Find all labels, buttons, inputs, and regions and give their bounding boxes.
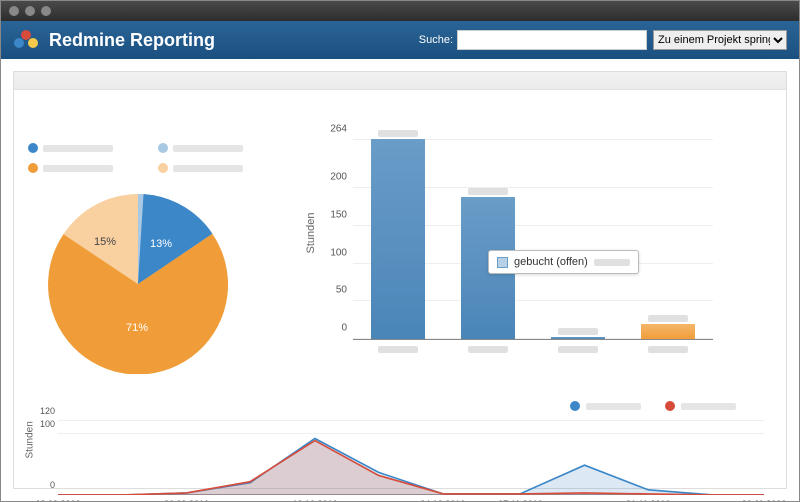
pie-slice-label: 13% (150, 238, 172, 250)
search-label: Suche: (419, 34, 453, 46)
window-dot (25, 6, 35, 16)
legend-item[interactable] (158, 140, 268, 156)
app-title: Redmine Reporting (49, 30, 215, 51)
legend-item[interactable] (28, 140, 138, 156)
pie-legend (28, 140, 303, 176)
line-ytick: 0 (50, 480, 55, 490)
bar[interactable] (543, 328, 613, 339)
legend-item[interactable] (28, 160, 138, 176)
legend-item[interactable] (158, 160, 268, 176)
bar-chart: Stunden 0 50 100 150 200 264 (313, 140, 772, 395)
line-xtick: 12.09.2016 (35, 499, 80, 501)
line-xtick: 30.11.2016 (742, 499, 787, 501)
window-dot (9, 6, 19, 16)
legend-item[interactable] (570, 401, 641, 411)
line-xtick: 10.10.2016 (292, 499, 337, 501)
legend-item[interactable] (665, 401, 736, 411)
bar-tooltip: gebucht (offen) (488, 250, 639, 274)
card-toolbar (14, 72, 786, 90)
line-ytick: 100 (40, 419, 55, 429)
tooltip-label: gebucht (offen) (514, 256, 588, 268)
app-logo-icon (13, 27, 39, 53)
pie-slice-label: 71% (126, 322, 148, 334)
line-xtick: 07.11.2016 (498, 499, 542, 501)
bar-ytick: 150 (330, 209, 347, 220)
line-chart: Stunden 0 100 120 (28, 413, 772, 501)
bar-ytick: 0 (341, 323, 347, 334)
line-xtick: 21.11.2016 (626, 499, 670, 501)
line-legend (570, 401, 736, 411)
search-input[interactable] (457, 30, 647, 50)
window-titlebar (1, 1, 799, 21)
pie-chart: 13% 71% 15% (28, 140, 303, 395)
project-jump-select[interactable]: Zu einem Projekt springen... (653, 30, 787, 50)
bar-ytick: 200 (330, 172, 347, 183)
app-header: Redmine Reporting Suche: Zu einem Projek… (1, 21, 799, 59)
pie-svg (48, 194, 228, 374)
bar[interactable] (633, 315, 703, 339)
bar-ytick: 50 (336, 285, 347, 296)
tooltip-swatch-icon (497, 257, 508, 268)
bar-ytick: 264 (330, 124, 347, 135)
bar-ytick: 100 (330, 247, 347, 258)
window-dot (41, 6, 51, 16)
tooltip-value-stub (594, 259, 630, 266)
bar-y-axis-label: Stunden (305, 212, 317, 253)
line-y-axis-label: Stunden (25, 421, 36, 458)
line-svg (58, 421, 764, 495)
pie-slice-label: 15% (94, 236, 116, 248)
line-xtick: 26.09.2016 (164, 499, 209, 501)
line-ytick: 120 (40, 406, 55, 416)
bar[interactable] (363, 130, 433, 339)
line-xtick: 24.10.2016 (420, 499, 465, 501)
report-card: 13% 71% 15% Stunden 0 (13, 71, 787, 489)
